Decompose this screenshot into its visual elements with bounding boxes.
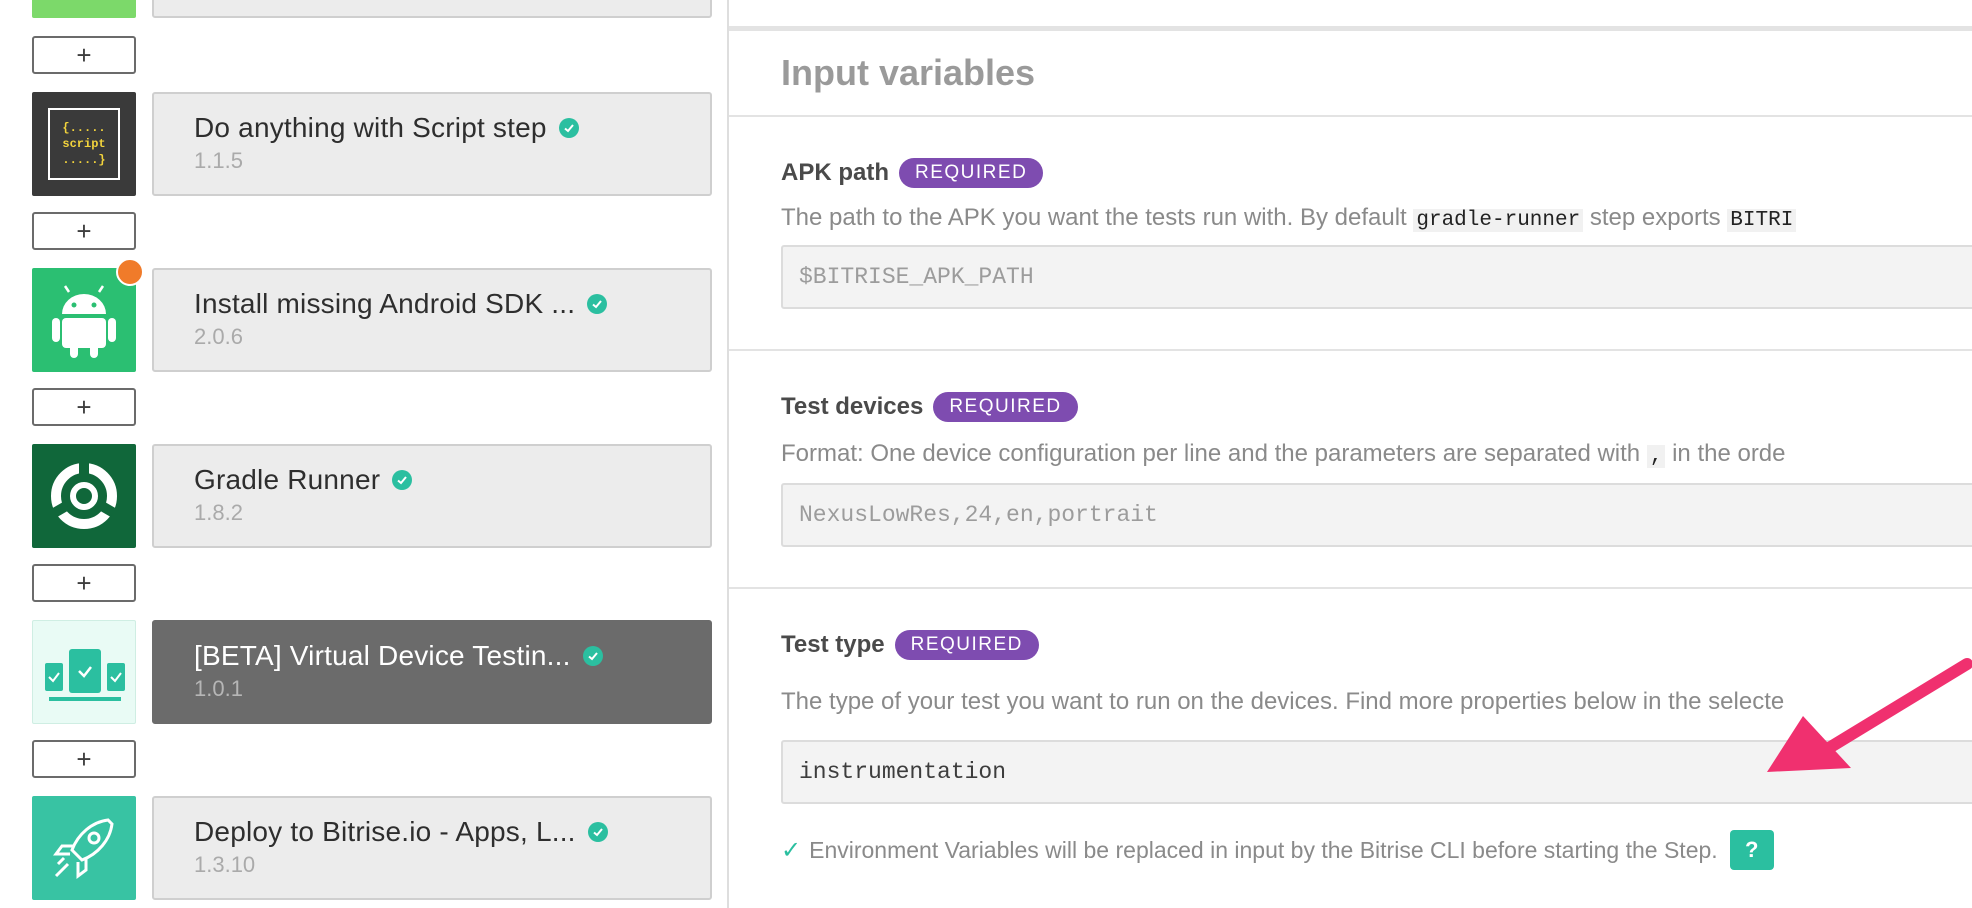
- gradle-icon[interactable]: [32, 444, 136, 548]
- inline-code: gradle-runner: [1413, 209, 1584, 232]
- test-devices-label: Test devices: [781, 393, 924, 420]
- section-divider: [729, 587, 1972, 589]
- test-devices-label-row: Test devices REQUIRED: [781, 392, 1078, 422]
- step-title: Do anything with Script step: [194, 112, 547, 143]
- test-devices-description: Format: One device configuration per lin…: [781, 440, 1786, 468]
- apk-path-label-row: APK path REQUIRED: [781, 158, 1044, 188]
- section-divider: [729, 115, 1972, 117]
- inline-code: BITRI: [1727, 209, 1797, 232]
- add-step-button[interactable]: +: [32, 388, 136, 426]
- top-divider: [729, 26, 1972, 31]
- script-icon[interactable]: {..... script .....}: [32, 92, 136, 196]
- step-card-gradle-runner[interactable]: Gradle Runner 1.8.2: [152, 444, 712, 548]
- partial-step-icon[interactable]: [32, 0, 136, 18]
- required-badge: REQUIRED: [933, 392, 1078, 422]
- script-icon-line: {.....: [62, 121, 106, 135]
- step-version: 1.8.2: [194, 500, 243, 525]
- step-card-virtual-device-testing[interactable]: [BETA] Virtual Device Testin... 1.0.1: [152, 620, 712, 724]
- description-text: The type of your test you want to run on…: [781, 688, 1785, 715]
- verified-check-icon: [587, 822, 608, 842]
- script-icon-line: script: [62, 137, 106, 151]
- step-version: 1.3.10: [194, 852, 256, 877]
- step-inputs-panel: Input variables APK path REQUIRED The pa…: [729, 0, 1972, 908]
- description-text: Format: One device configuration per lin…: [781, 440, 1647, 467]
- verified-check-icon: [558, 118, 579, 138]
- step-title: Gradle Runner: [194, 464, 381, 495]
- workflow-step-list: + {..... script .....} Do anything with …: [0, 0, 728, 908]
- verified-check-icon: [392, 470, 413, 490]
- inline-code: ,: [1646, 445, 1666, 468]
- script-icon-line: .....}: [62, 153, 106, 167]
- partial-step-card[interactable]: [152, 0, 712, 18]
- step-title: Deploy to Bitrise.io - Apps, L...: [194, 816, 576, 847]
- test-devices-input[interactable]: NexusLowRes,24,en,portrait: [781, 483, 1972, 547]
- description-text: step exports: [1583, 204, 1728, 231]
- input-variables-title: Input variables: [781, 52, 1036, 93]
- test-type-description: The type of your test you want to run on…: [781, 688, 1784, 716]
- env-note-text: Environment Variables will be replaced i…: [809, 836, 1718, 863]
- description-text: The path to the APK you want the tests r…: [781, 204, 1414, 231]
- required-badge: REQUIRED: [894, 630, 1039, 660]
- apk-path-label: APK path: [781, 159, 889, 186]
- add-step-button[interactable]: +: [32, 212, 136, 250]
- rocket-icon[interactable]: [32, 796, 136, 900]
- section-divider: [729, 349, 1972, 351]
- step-version: 1.1.5: [194, 148, 243, 173]
- step-title: Install missing Android SDK ...: [194, 288, 576, 319]
- test-type-label-row: Test type REQUIRED: [781, 630, 1039, 660]
- step-card-android-sdk[interactable]: Install missing Android SDK ... 2.0.6: [152, 268, 712, 372]
- help-button[interactable]: ?: [1729, 830, 1774, 870]
- add-step-button[interactable]: +: [32, 36, 136, 74]
- android-icon[interactable]: [32, 268, 136, 372]
- step-card-script[interactable]: Do anything with Script step 1.1.5: [152, 92, 712, 196]
- apk-path-input[interactable]: $BITRISE_APK_PATH: [781, 245, 1972, 309]
- step-version: 2.0.6: [194, 324, 243, 349]
- step-title: [BETA] Virtual Device Testin...: [194, 640, 571, 671]
- verified-check-icon: [582, 646, 603, 666]
- step-card-deploy[interactable]: Deploy to Bitrise.io - Apps, L... 1.3.10: [152, 796, 712, 900]
- step-version: 1.0.1: [194, 676, 243, 701]
- add-step-button[interactable]: +: [32, 740, 136, 778]
- test-type-label: Test type: [781, 631, 885, 658]
- virtual-device-icon[interactable]: [32, 620, 136, 724]
- add-step-button[interactable]: +: [32, 564, 136, 602]
- test-type-input[interactable]: instrumentation: [781, 740, 1972, 804]
- check-icon: ✓: [781, 836, 802, 864]
- verified-check-icon: [587, 294, 608, 314]
- apk-path-description: The path to the APK you want the tests r…: [781, 204, 1797, 232]
- update-badge-dot: [116, 258, 144, 286]
- required-badge: REQUIRED: [899, 158, 1044, 188]
- env-variables-note: ✓ Environment Variables will be replaced…: [781, 830, 1774, 870]
- description-text: in the orde: [1665, 440, 1786, 467]
